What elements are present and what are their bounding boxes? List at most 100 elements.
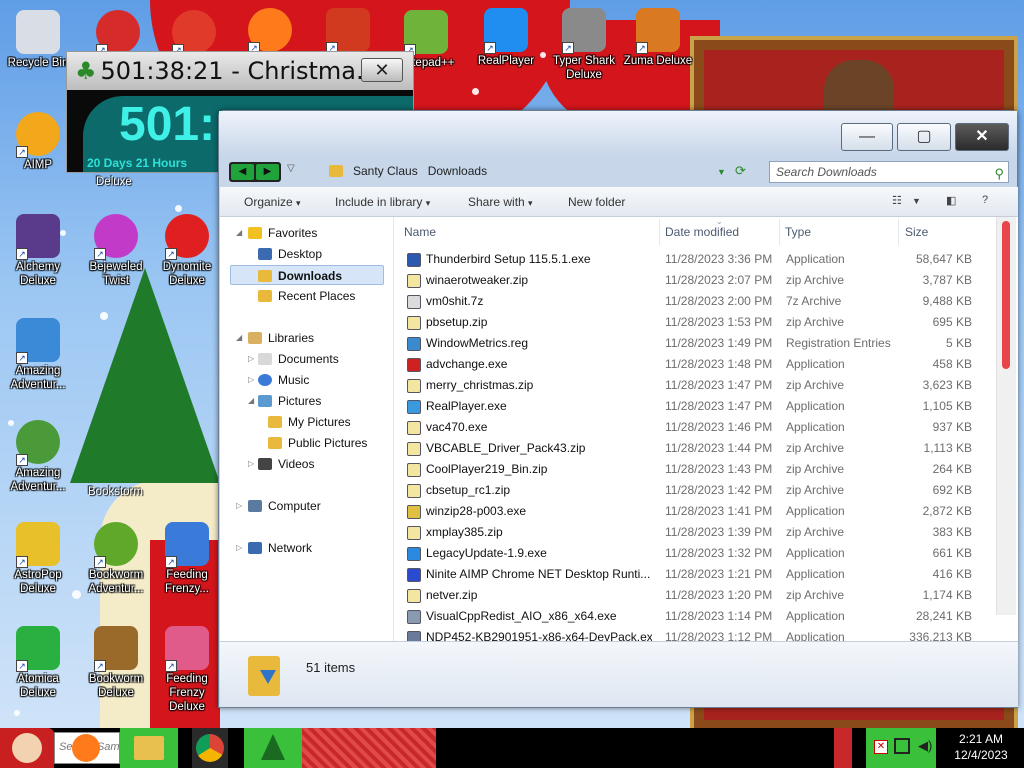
search-icon[interactable]: ⚲ bbox=[994, 164, 1004, 184]
explorer-window[interactable]: — ▢ ✕ ◀ ▶ ▽ Santy Claus Downloads ▼ ⟳ Se… bbox=[218, 110, 1018, 708]
expand-arrow-icon[interactable]: ◢ bbox=[236, 333, 242, 342]
file-row[interactable]: winzip28-p003.exe 11/28/2023 1:41 PM Appli… bbox=[396, 501, 996, 522]
file-row[interactable]: WindowMetrics.reg 11/28/2023 1:49 PM Regis… bbox=[396, 333, 996, 354]
desktop-icon-app-red-face[interactable]: ↗ bbox=[156, 10, 232, 56]
column-divider[interactable] bbox=[659, 219, 660, 245]
forward-button[interactable]: ▶ bbox=[256, 164, 279, 180]
scrollbar-thumb[interactable] bbox=[1002, 221, 1010, 369]
breadcrumb-downloads[interactable]: Downloads bbox=[428, 164, 487, 178]
expand-arrow-icon[interactable]: ▷ bbox=[236, 543, 242, 552]
nav-libraries[interactable]: Libraries bbox=[248, 328, 314, 348]
view-options-icon[interactable]: ☷ bbox=[892, 194, 902, 207]
nav-public-pictures[interactable]: Public Pictures bbox=[268, 433, 367, 453]
address-dropdown-icon[interactable]: ▼ bbox=[717, 167, 726, 177]
column-divider[interactable] bbox=[898, 219, 899, 245]
expand-arrow-icon[interactable]: ▷ bbox=[248, 354, 254, 363]
column-header-date-modified[interactable]: Date modified bbox=[665, 225, 739, 239]
file-row[interactable]: vm0shit.7z 11/28/2023 2:00 PM 7z Archive 9,… bbox=[396, 291, 996, 312]
file-row[interactable]: cbsetup_rc1.zip 11/28/2023 1:42 PM zip Arc… bbox=[396, 480, 996, 501]
desktop-icon-app-red[interactable]: ↗ bbox=[80, 10, 156, 56]
explorer-title-bar[interactable]: — ▢ ✕ bbox=[219, 111, 1017, 155]
include-in-library-menu[interactable]: Include in library ▾ bbox=[335, 195, 430, 209]
recent-pages-chevron-icon[interactable]: ▽ bbox=[287, 163, 295, 174]
taskbar-file-explorer[interactable] bbox=[120, 728, 178, 768]
view-dropdown-icon[interactable]: ▼ bbox=[912, 196, 921, 206]
help-icon[interactable]: ? bbox=[982, 194, 988, 206]
expand-arrow-icon[interactable]: ▷ bbox=[248, 459, 254, 468]
taskbar-countdown[interactable] bbox=[244, 728, 302, 768]
nav-pictures[interactable]: Pictures bbox=[258, 391, 321, 411]
file-row[interactable]: merry_christmas.zip 11/28/2023 1:47 PM zip… bbox=[396, 375, 996, 396]
nav-computer[interactable]: Computer bbox=[248, 496, 321, 516]
countdown-close-button[interactable]: ✕ bbox=[361, 58, 403, 82]
file-row[interactable]: xmplay385.zip 11/28/2023 1:39 PM zip Archi… bbox=[396, 522, 996, 543]
column-divider[interactable] bbox=[779, 219, 780, 245]
desktop-icon-alchemy[interactable]: ↗ Alchemy Deluxe bbox=[0, 214, 76, 288]
column-header-type[interactable]: Type bbox=[785, 225, 811, 239]
file-row[interactable]: LegacyUpdate-1.9.exe 11/28/2023 1:32 PM Ap… bbox=[396, 543, 996, 564]
address-bar[interactable]: Santy Claus Downloads bbox=[323, 160, 753, 182]
desktop-icon-torii[interactable]: ↗ bbox=[310, 8, 386, 54]
file-row[interactable]: VisualCppRedist_AIO_x86_x64.exe 11/28/202… bbox=[396, 606, 996, 627]
organize-menu[interactable]: Organize ▾ bbox=[244, 195, 301, 209]
desktop-icon-realplayer[interactable]: ↗ RealPlayer bbox=[468, 8, 544, 68]
desktop-icon-amazing-adventures-2[interactable]: ↗ Amazing Adventur... bbox=[0, 420, 76, 494]
vertical-scrollbar[interactable] bbox=[996, 217, 1016, 615]
maximize-button[interactable]: ▢ bbox=[897, 123, 951, 151]
desktop-icon-amazing-adventures[interactable]: ↗ Amazing Adventur... bbox=[0, 318, 76, 392]
taskbar-chrome[interactable] bbox=[192, 728, 228, 768]
nav-desktop[interactable]: Desktop bbox=[258, 244, 322, 264]
desktop-icon-atomica[interactable]: ↗ Atomica Deluxe bbox=[0, 626, 76, 700]
refresh-icon[interactable]: ⟳ bbox=[735, 163, 746, 179]
desktop-icon-bejeweled[interactable]: ↗ Bejeweled Twist bbox=[78, 214, 154, 288]
expand-arrow-icon[interactable]: ▷ bbox=[236, 501, 242, 510]
file-row[interactable]: Ninite AIMP Chrome NET Desktop Runti... 1… bbox=[396, 564, 996, 585]
new-folder-button[interactable]: New folder bbox=[568, 195, 625, 209]
action-center-warning-icon[interactable]: ✕ bbox=[874, 740, 888, 754]
desktop-icon-aimp[interactable]: ↗ AIMP bbox=[0, 112, 76, 172]
file-row[interactable]: Thunderbird Setup 115.5.1.exe 11/28/2023 … bbox=[396, 249, 996, 270]
desktop-icon-astropop[interactable]: ↗ AstroPop Deluxe bbox=[0, 522, 76, 596]
share-with-menu[interactable]: Share with ▾ bbox=[468, 195, 533, 209]
breadcrumb-user[interactable]: Santy Claus bbox=[353, 164, 418, 178]
desktop-icon-bookworm-deluxe[interactable]: ↗ Bookworm Deluxe bbox=[78, 626, 154, 700]
nav-recent-places[interactable]: Recent Places bbox=[258, 286, 355, 306]
nav-music[interactable]: Music bbox=[258, 370, 309, 390]
nav-documents[interactable]: Documents bbox=[258, 349, 339, 369]
expand-arrow-icon[interactable]: ◢ bbox=[248, 396, 254, 405]
volume-icon[interactable]: ◀) bbox=[918, 738, 932, 754]
desktop-icon-firefox[interactable]: ↗ bbox=[232, 8, 308, 54]
file-row[interactable]: vac470.exe 11/28/2023 1:46 PM Application 9… bbox=[396, 417, 996, 438]
file-row[interactable]: VBCABLE_Driver_Pack43.zip 11/28/2023 1:44… bbox=[396, 438, 996, 459]
file-row[interactable]: advchange.exe 11/28/2023 1:48 PM Applicati… bbox=[396, 354, 996, 375]
column-header-name[interactable]: Name bbox=[404, 225, 436, 239]
desktop-icon-dynomite[interactable]: ↗ Dynomite Deluxe bbox=[156, 214, 218, 288]
search-input[interactable]: Search Downloads ⚲ bbox=[769, 161, 1009, 183]
file-row[interactable]: CoolPlayer219_Bin.zip 11/28/2023 1:43 PM z… bbox=[396, 459, 996, 480]
expand-arrow-icon[interactable]: ▷ bbox=[248, 375, 254, 384]
expand-arrow-icon[interactable]: ◢ bbox=[236, 228, 242, 237]
nav-network[interactable]: Network bbox=[248, 538, 312, 558]
back-button[interactable]: ◀ bbox=[231, 164, 254, 180]
nav-favorites[interactable]: Favorites bbox=[248, 223, 317, 243]
start-button[interactable] bbox=[0, 728, 54, 768]
firefox-icon[interactable] bbox=[72, 734, 100, 762]
minimize-button[interactable]: — bbox=[841, 123, 893, 151]
nav-my-pictures[interactable]: My Pictures bbox=[268, 412, 351, 432]
column-header-size[interactable]: Size bbox=[905, 225, 928, 239]
desktop-icon-zuma[interactable]: ↗ Zuma Deluxe bbox=[620, 8, 696, 68]
file-row[interactable]: pbsetup.zip 11/28/2023 1:53 PM zip Archive… bbox=[396, 312, 996, 333]
network-tray-icon[interactable] bbox=[894, 738, 910, 754]
nav-videos[interactable]: Videos bbox=[258, 454, 314, 474]
taskbar-clock[interactable]: 2:21 AM 12/4/2023 bbox=[944, 731, 1018, 763]
nav-downloads[interactable]: Downloads bbox=[230, 265, 384, 285]
desktop-icon-typer-shark[interactable]: ↗ Typer Shark Deluxe bbox=[546, 8, 622, 82]
file-row[interactable]: RealPlayer.exe 11/28/2023 1:47 PM Applicat… bbox=[396, 396, 996, 417]
desktop-icon-recycle-bin[interactable]: Recycle Bin bbox=[0, 10, 76, 70]
close-button[interactable]: ✕ bbox=[955, 123, 1009, 151]
file-row[interactable]: winaerotweaker.zip 11/28/2023 2:07 PM zip … bbox=[396, 270, 996, 291]
preview-pane-icon[interactable]: ◧ bbox=[946, 194, 956, 207]
desktop-icon-bookworm-adventures[interactable]: ↗ Bookworm Adventur... bbox=[78, 522, 154, 596]
desktop-icon-feeding-frenzy-deluxe[interactable]: ↗ Feeding Frenzy Deluxe bbox=[156, 626, 218, 714]
desktop-icon-feeding-frenzy[interactable]: ↗ Feeding Frenzy... bbox=[156, 522, 218, 596]
